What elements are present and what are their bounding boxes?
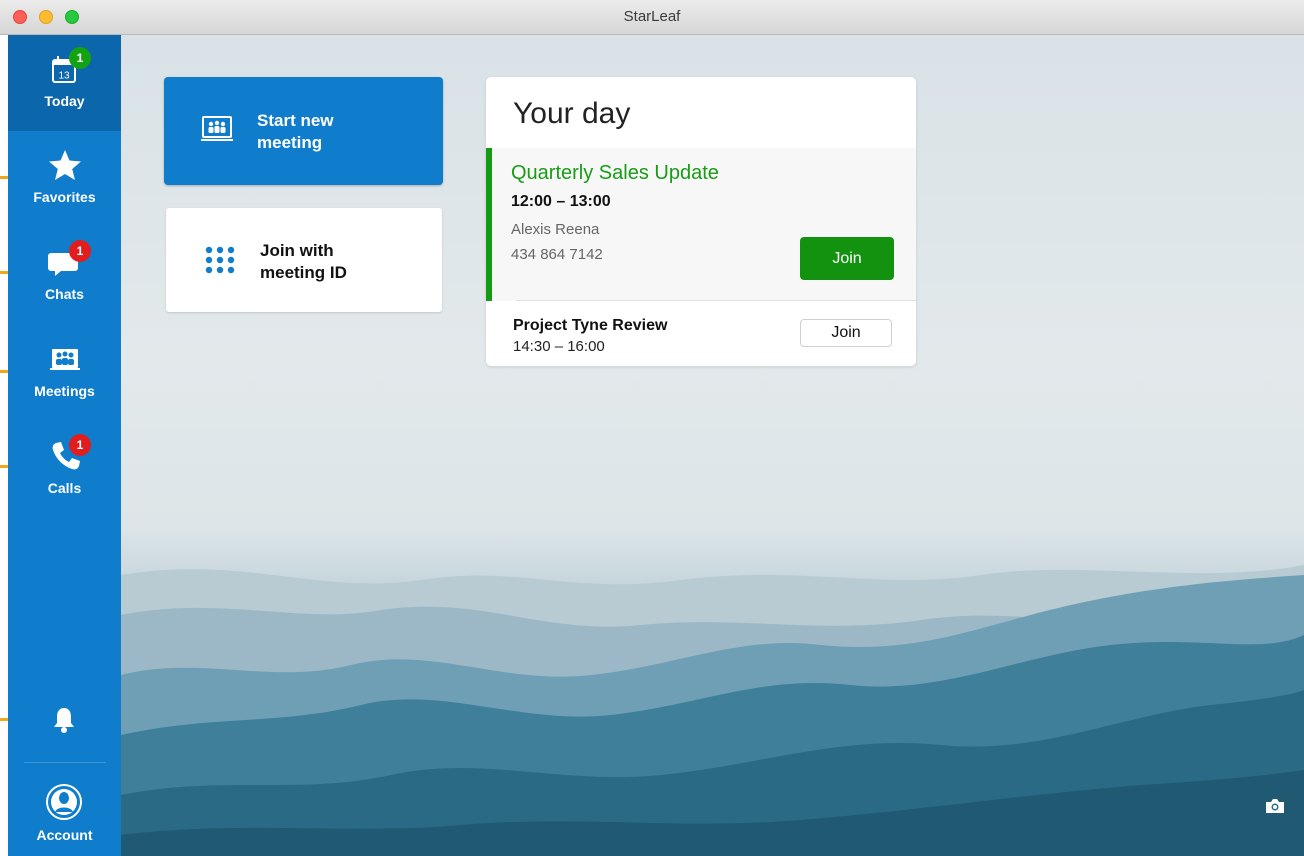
- star-icon: [49, 150, 81, 180]
- meeting-divider: [516, 300, 916, 301]
- your-day-title: Your day: [513, 97, 631, 130]
- sidebar-item-label: Today: [44, 93, 85, 109]
- sidebar-item-calls[interactable]: 1 Calls: [8, 422, 121, 518]
- meeting-title: Project Tyne Review: [513, 317, 668, 334]
- meeting-people-icon: [50, 349, 80, 370]
- sidebar-item-label: Chats: [45, 286, 84, 302]
- sidebar-item-label: Meetings: [34, 383, 95, 399]
- start-meeting-label-line2: meeting: [257, 133, 323, 152]
- user-avatar-icon: [46, 784, 82, 820]
- camera-icon[interactable]: [1264, 797, 1286, 815]
- meeting-time: 14:30 – 16:00: [513, 338, 605, 355]
- start-new-meeting-button[interactable]: Start new meeting: [164, 77, 443, 185]
- sidebar-item-chats[interactable]: 1 Chats: [8, 228, 121, 324]
- start-meeting-label-line1: Start new: [257, 111, 334, 130]
- sidebar-item-favorites[interactable]: Favorites: [8, 131, 121, 227]
- your-day-panel: Your day Quarterly Sales Update 12:00 – …: [486, 77, 916, 366]
- meeting-card-featured[interactable]: Quarterly Sales Update 12:00 – 13:00 Ale…: [486, 148, 916, 301]
- join-meeting-label-line2: meeting ID: [260, 263, 347, 282]
- sidebar-item-today[interactable]: 13 1 Today: [8, 35, 121, 131]
- sidebar-item-label: Calls: [47, 480, 82, 496]
- window-title: StarLeaf: [623, 8, 681, 25]
- sidebar-item-meetings[interactable]: Meetings: [8, 325, 121, 421]
- today-badge: 1: [69, 47, 91, 69]
- calendar-date: 13: [58, 71, 70, 82]
- meeting-title: Quarterly Sales Update: [511, 162, 719, 184]
- meeting-phone: 434 864 7142: [511, 246, 603, 263]
- join-button[interactable]: Join: [800, 237, 894, 280]
- keypad-icon: [205, 246, 235, 274]
- sidebar-item-label: Favorites: [33, 189, 96, 205]
- sidebar-item-label: Account: [36, 827, 93, 843]
- sidebar: 13 1 Today Favorites 1 Chats Meetings 1 …: [8, 35, 121, 856]
- join-with-meeting-id-button[interactable]: Join with meeting ID: [166, 208, 442, 312]
- join-button[interactable]: Join: [800, 319, 892, 347]
- meeting-time: 12:00 – 13:00: [511, 193, 611, 210]
- meeting-host: Alexis Reena: [511, 221, 600, 238]
- window-edge: [0, 35, 8, 856]
- chats-badge: 1: [69, 240, 91, 262]
- calls-badge: 1: [69, 434, 91, 456]
- title-bar: StarLeaf: [0, 0, 1304, 35]
- sidebar-item-account[interactable]: Account: [8, 775, 121, 856]
- bell-icon[interactable]: [51, 705, 77, 735]
- presentation-people-icon: [201, 116, 233, 141]
- sidebar-divider: [24, 762, 106, 763]
- join-meeting-label-line1: Join with: [260, 241, 334, 260]
